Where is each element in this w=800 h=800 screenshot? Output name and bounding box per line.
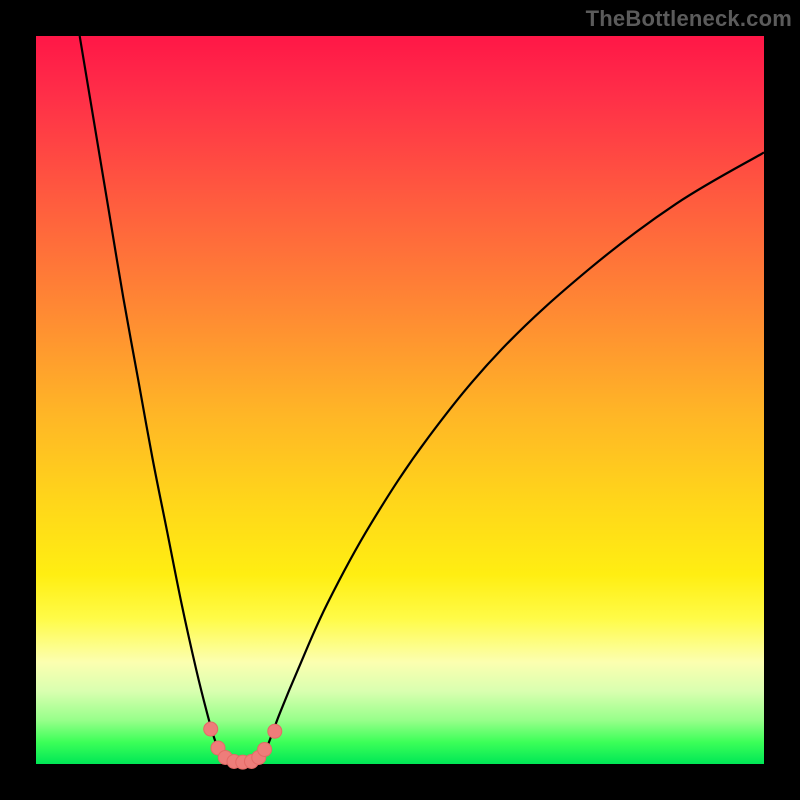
- chart-svg: [36, 36, 764, 764]
- bottleneck-point: [258, 742, 272, 756]
- marker-cluster: [204, 722, 282, 769]
- bottleneck-point: [268, 724, 282, 738]
- curve-left: [80, 36, 229, 763]
- curve-right: [258, 152, 764, 762]
- plot-area: [36, 36, 764, 764]
- watermark-text: TheBottleneck.com: [586, 6, 792, 32]
- bottleneck-point: [204, 722, 218, 736]
- page-frame: TheBottleneck.com: [0, 0, 800, 800]
